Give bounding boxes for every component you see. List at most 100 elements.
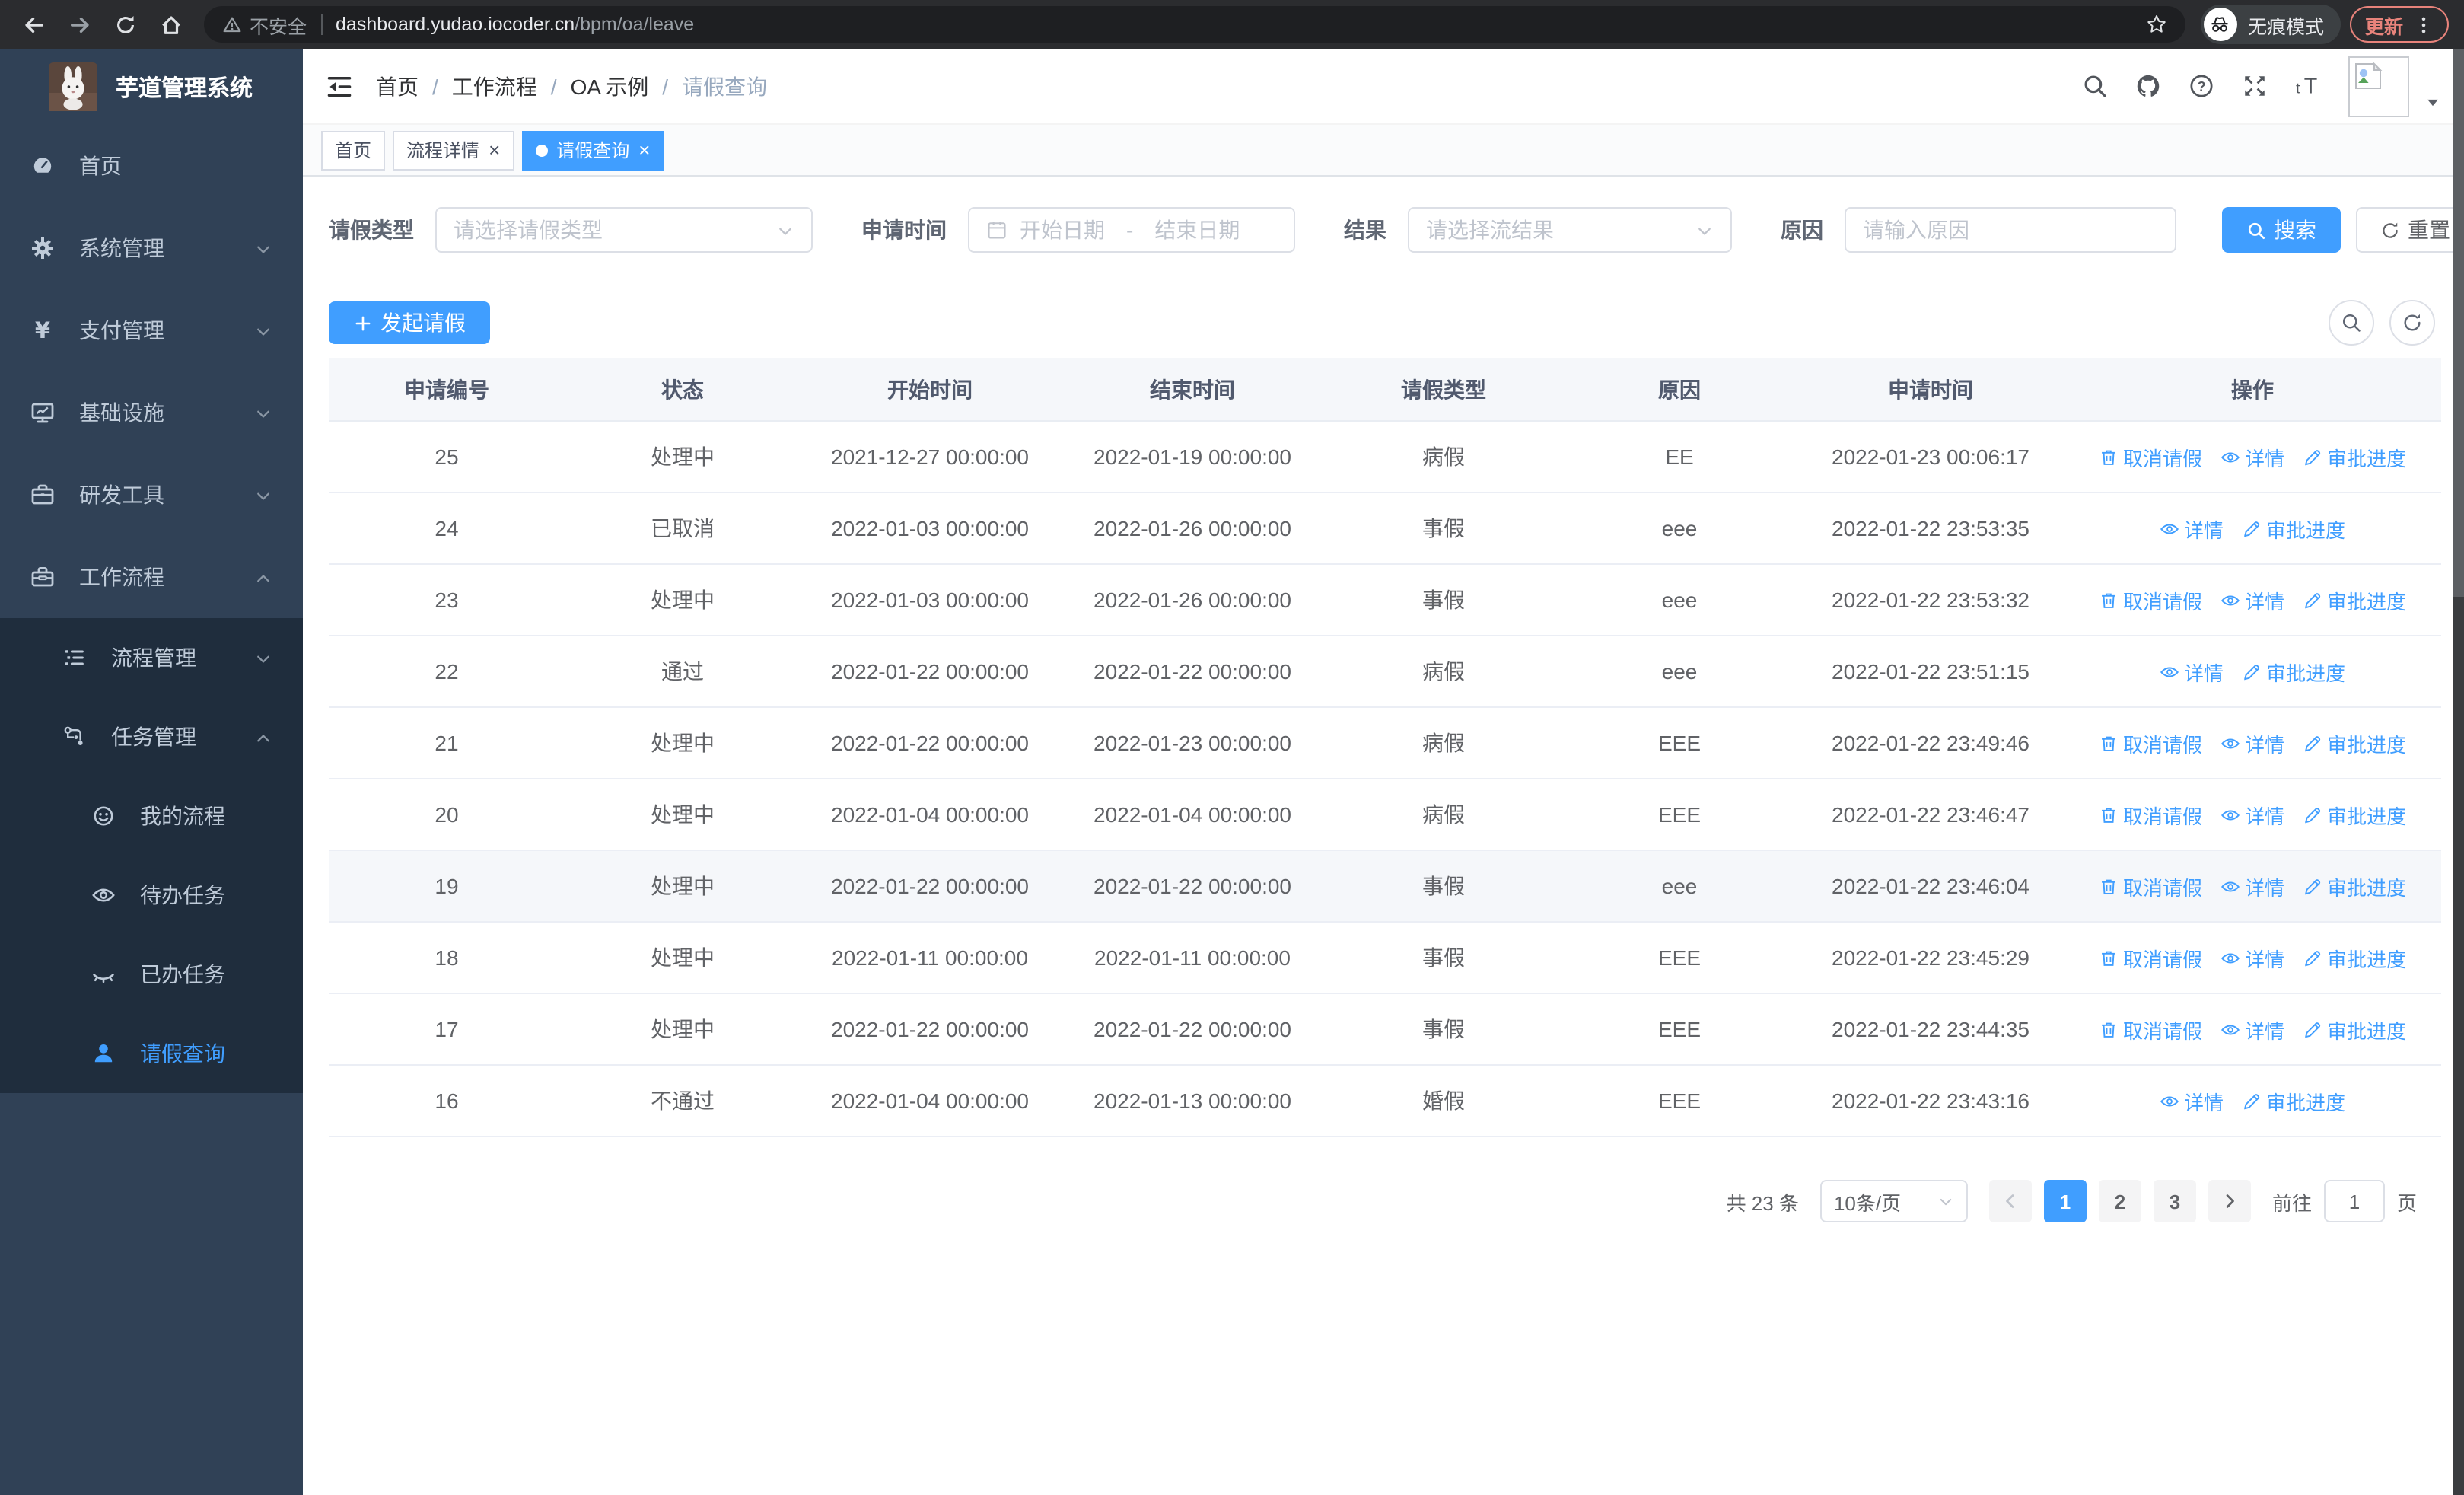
prev-page-button[interactable] (1988, 1180, 2032, 1222)
cancel-action-link[interactable]: 取消请假 (2099, 872, 2202, 901)
sidebar-item-process-mgmt[interactable]: 流程管理 (0, 618, 303, 697)
help-icon[interactable]: ? (2189, 73, 2214, 99)
next-page-button[interactable] (2208, 1180, 2251, 1222)
cancel-action-link[interactable]: 取消请假 (2099, 800, 2202, 829)
detail-action-link[interactable]: 详情 (2160, 514, 2224, 543)
page-size-select[interactable]: 10条/页 (1819, 1180, 1968, 1222)
detail-action-link[interactable]: 详情 (2220, 800, 2284, 829)
sidebar-item-dev-tools[interactable]: 研发工具 (0, 454, 303, 536)
sidebar-item-system[interactable]: 系统管理 (0, 207, 303, 289)
search-button[interactable]: 搜索 (2222, 207, 2341, 253)
goto-page-input[interactable] (2323, 1180, 2385, 1222)
tab-leave-query[interactable]: 请假查询 × (521, 130, 664, 170)
sidebar-item-payment[interactable]: ¥ 支付管理 (0, 289, 303, 371)
show-search-button[interactable] (2329, 300, 2374, 346)
sidebar-item-todo-tasks[interactable]: 待办任务 (0, 856, 303, 935)
progress-action-link[interactable]: 审批进度 (2303, 442, 2406, 471)
progress-action-link[interactable]: 审批进度 (2242, 657, 2345, 686)
detail-action-link[interactable]: 详情 (2160, 1086, 2224, 1115)
sidebar-item-infrastructure[interactable]: 基础设施 (0, 371, 303, 454)
user-menu-caret-icon[interactable] (2424, 91, 2441, 108)
cancel-action-link[interactable]: 取消请假 (2099, 943, 2202, 972)
tab-process-detail[interactable]: 流程详情 × (393, 130, 514, 170)
sidebar-menu: 首页 系统管理 ¥ 支付管理 基础设施 研发工具 工作流程 流程管理 任务管理 我的流程 待办任务已… (0, 125, 303, 1093)
detail-action-link[interactable]: 详情 (2220, 1015, 2284, 1044)
action-label: 详情 (2183, 518, 2224, 541)
page-button-3[interactable]: 3 (2153, 1180, 2196, 1222)
apply-time-range-picker[interactable]: 开始日期 - 结束日期 (968, 207, 1295, 253)
leave-type-select[interactable]: 请选择请假类型 (435, 207, 813, 253)
github-icon[interactable] (2135, 73, 2161, 99)
reason-input[interactable]: 请输入原因 (1845, 207, 2176, 253)
cell-actions: 取消请假 详情 审批进度 (2064, 800, 2441, 829)
detail-action-link[interactable]: 详情 (2220, 728, 2284, 757)
close-icon[interactable]: × (638, 140, 650, 160)
tab-home[interactable]: 首页 (321, 130, 386, 170)
search-icon[interactable] (2082, 73, 2108, 99)
chevron-down-icon (254, 239, 272, 257)
create-leave-button[interactable]: 发起请假 (329, 301, 490, 344)
progress-action-link[interactable]: 审批进度 (2303, 728, 2406, 757)
breadcrumb-item-workflow[interactable]: 工作流程 (452, 71, 537, 101)
scrollbar-thumb[interactable] (2453, 49, 2464, 597)
progress-action-link[interactable]: 审批进度 (2303, 800, 2406, 829)
sidebar-item-leave-query[interactable]: 请假查询 (0, 1014, 303, 1093)
action-label: 详情 (2244, 447, 2284, 470)
app-logo-row[interactable]: 芋道管理系统 (0, 49, 303, 125)
tab-label: 流程详情 (406, 140, 480, 161)
cancel-action-link[interactable]: 取消请假 (2099, 585, 2202, 614)
page-button-2[interactable]: 2 (2098, 1180, 2141, 1222)
close-icon[interactable]: × (489, 140, 500, 160)
cancel-action-link[interactable]: 取消请假 (2099, 1015, 2202, 1044)
browser-home-button[interactable] (152, 6, 189, 43)
sidebar-collapse-icon[interactable] (326, 72, 353, 100)
fullscreen-icon[interactable] (2242, 73, 2268, 99)
detail-action-link[interactable]: 详情 (2220, 585, 2284, 614)
browser-forward-button[interactable] (61, 6, 97, 43)
sidebar-item-workflow[interactable]: 工作流程 (0, 536, 303, 618)
progress-action-link[interactable]: 审批进度 (2303, 943, 2406, 972)
result-select[interactable]: 请选择流结果 (1408, 207, 1732, 253)
page-button-1[interactable]: 1 (2043, 1180, 2087, 1222)
address-bar[interactable]: 不安全 dashboard.yudao.iocoder.cn /bpm/oa/l… (204, 6, 2185, 43)
breadcrumb-item-home[interactable]: 首页 (376, 71, 419, 101)
detail-action-link[interactable]: 详情 (2220, 442, 2284, 471)
browser-reload-button[interactable] (107, 6, 143, 43)
detail-action-link[interactable]: 详情 (2220, 943, 2284, 972)
font-size-icon[interactable]: tT (2295, 73, 2321, 99)
progress-action-link[interactable]: 审批进度 (2303, 1015, 2406, 1044)
filter-reason: 原因 请输入原因 (1781, 207, 2176, 253)
toolbox-icon (30, 565, 55, 589)
column-header: 申请时间 (1888, 377, 1973, 401)
browser-menu-dots-icon[interactable] (2414, 14, 2434, 34)
cell-leave-type: 事假 (1422, 945, 1465, 970)
browser-back-button[interactable] (15, 6, 52, 43)
action-label: 取消请假 (2122, 447, 2202, 470)
browser-update-button[interactable]: 更新 (2349, 6, 2449, 43)
cancel-action-link[interactable]: 取消请假 (2099, 728, 2202, 757)
eye-icon (2220, 805, 2240, 824)
progress-action-link[interactable]: 审批进度 (2242, 514, 2345, 543)
detail-action-link[interactable]: 详情 (2160, 657, 2224, 686)
cell-actions: 取消请假 详情 审批进度 (2064, 1015, 2441, 1044)
cell-id: 21 (435, 731, 459, 755)
app-title: 芋道管理系统 (116, 75, 253, 101)
breadcrumb-item-oa-example[interactable]: OA 示例 (571, 71, 649, 101)
page-scrollbar[interactable] (2453, 49, 2464, 1495)
detail-action-link[interactable]: 详情 (2220, 872, 2284, 901)
bookmark-star-icon[interactable] (2146, 14, 2167, 35)
progress-action-link[interactable]: 审批进度 (2242, 1086, 2345, 1115)
sidebar-item-done-tasks[interactable]: 已办任务 (0, 935, 303, 1014)
cancel-action-link[interactable]: 取消请假 (2099, 442, 2202, 471)
sidebar-item-home[interactable]: 首页 (0, 125, 303, 207)
action-label: 审批进度 (2327, 876, 2407, 899)
progress-action-link[interactable]: 审批进度 (2303, 585, 2406, 614)
sidebar-item-my-process[interactable]: 我的流程 (0, 776, 303, 856)
reset-button[interactable]: 重置 (2356, 207, 2464, 253)
breadcrumb-separator: / (662, 74, 669, 98)
progress-action-link[interactable]: 审批进度 (2303, 872, 2406, 901)
sidebar-item-task-mgmt[interactable]: 任务管理 (0, 697, 303, 776)
avatar[interactable] (2348, 56, 2409, 116)
refresh-table-button[interactable] (2389, 300, 2435, 346)
cell-actions: 详情 审批进度 (2064, 514, 2441, 543)
